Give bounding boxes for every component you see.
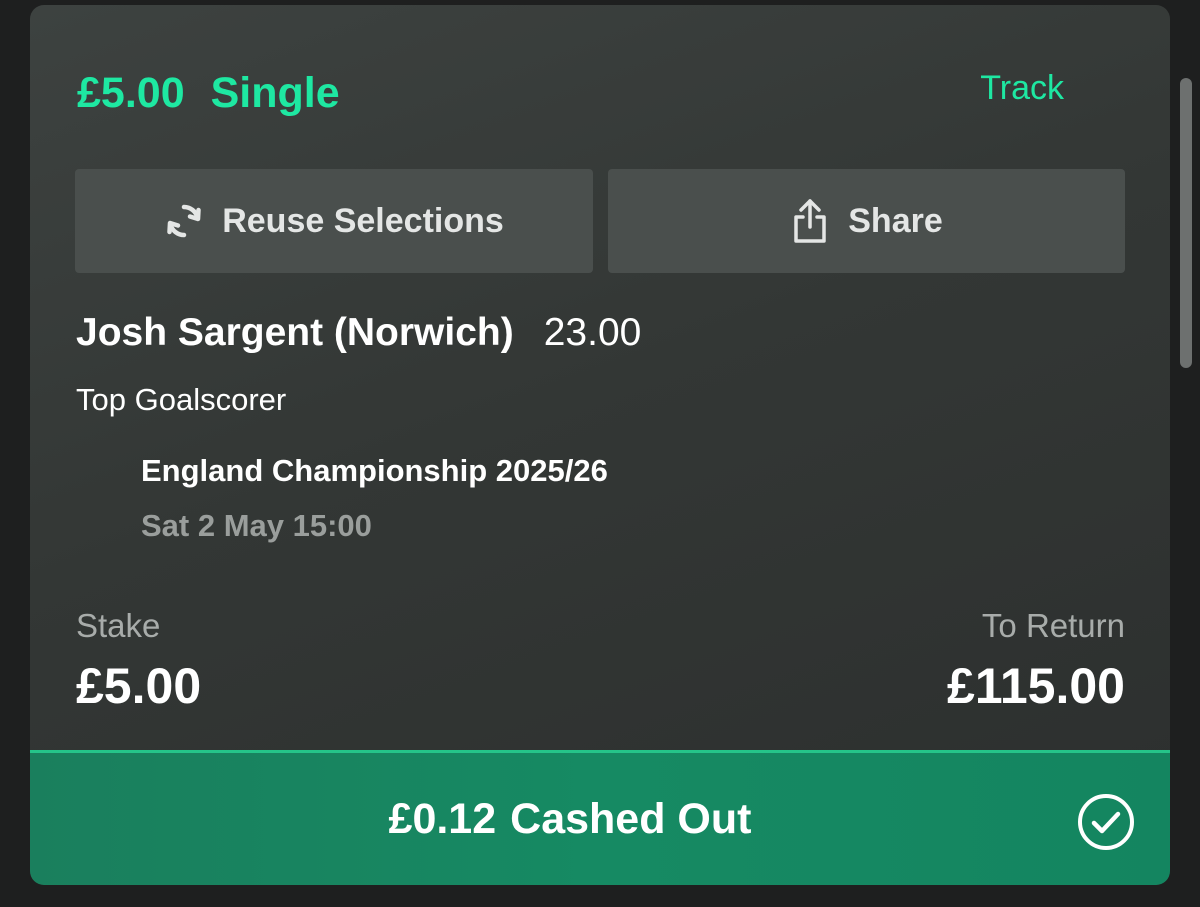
- share-label: Share: [848, 201, 943, 240]
- stake-value: £5.00: [76, 658, 202, 714]
- event-name: England Championship 2025/26: [141, 453, 608, 488]
- track-link[interactable]: Track: [980, 69, 1064, 108]
- selection-odds: 23.00: [543, 311, 642, 354]
- to-return-value: £115.00: [947, 658, 1125, 714]
- bet-header: £5.00 Single: [77, 69, 340, 118]
- to-return-label: To Return: [981, 607, 1125, 644]
- selection-row: Josh Sargent (Norwich) 23.00: [76, 311, 641, 355]
- reuse-selections-button[interactable]: Reuse Selections: [75, 169, 593, 273]
- cashout-amount: £0.12: [388, 795, 497, 843]
- share-icon: [790, 197, 830, 245]
- selection-name: Josh Sargent (Norwich): [76, 311, 514, 354]
- scrollbar[interactable]: [1180, 78, 1192, 368]
- event-time: Sat 2 May 15:00: [141, 508, 372, 543]
- bet-card: £5.00 Single Track Reuse Selections Share…: [30, 5, 1170, 885]
- bet-type: Single: [210, 69, 340, 117]
- cashout-text: £0.12 Cashed Out: [30, 795, 1110, 844]
- refresh-icon: [164, 201, 204, 241]
- check-circle-icon: [1076, 792, 1136, 852]
- cashout-status: Cashed Out: [510, 795, 752, 843]
- bet-stake-amount: £5.00: [77, 69, 185, 117]
- cashout-status-bar: £0.12 Cashed Out: [30, 750, 1170, 885]
- share-button[interactable]: Share: [608, 169, 1125, 273]
- stake-label: Stake: [76, 607, 161, 644]
- market-name: Top Goalscorer: [76, 382, 287, 417]
- reuse-selections-label: Reuse Selections: [222, 201, 504, 240]
